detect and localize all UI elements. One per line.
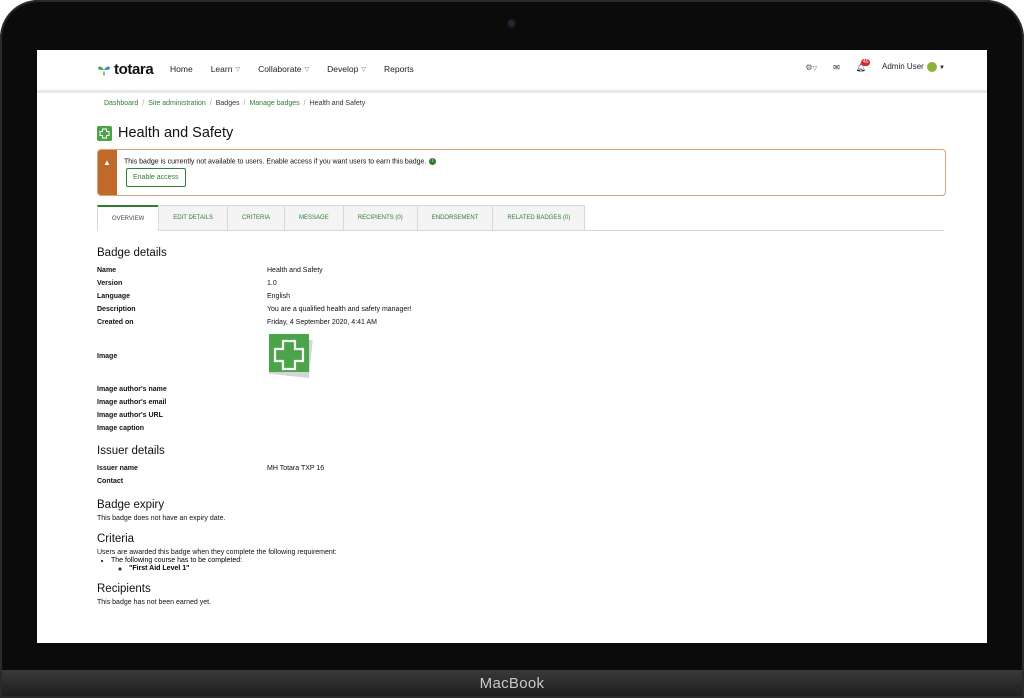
breadcrumb: Dashboard / Site administration / Badges / … (104, 100, 366, 107)
alert-message: This badge is currently not available to… (124, 158, 437, 165)
tab-message[interactable]: MESSAGE (284, 205, 344, 230)
user-menu[interactable]: Admin User ▼ (882, 62, 945, 72)
alert-sidebar: ▲ (98, 150, 117, 195)
chevron-down-icon: ▽ (304, 66, 310, 73)
top-navbar: totara Home Learn ▽ Collaborate ▽ Develop ▽… (37, 50, 987, 93)
detail-row-image: Image (97, 329, 944, 383)
list-item: "First Aid Level 1" (129, 565, 944, 572)
brand-name: totara (114, 61, 154, 78)
device-label: MacBook (479, 675, 545, 692)
tab-endorsement[interactable]: ENDORSEMENT (416, 205, 494, 230)
page-header: Health and Safety (97, 125, 233, 141)
nav-item-collaborate[interactable]: Collaborate ▽ (258, 64, 309, 74)
nav-item-home[interactable]: Home (170, 64, 193, 74)
badge-details-list: Name Health and Safety Version 1.0 Languag… (97, 264, 944, 435)
section-heading-badge-expiry: Badge expiry (97, 499, 165, 511)
issuer-row-name: Issuer name MH Totara TXP 16 (97, 465, 325, 472)
section-heading-issuer-details: Issuer details (97, 445, 165, 457)
nav-item-learn[interactable]: Learn ▽ (211, 64, 240, 74)
main-nav: Home Learn ▽ Collaborate ▽ Develop ▽ Report… (170, 64, 414, 74)
enable-access-button[interactable]: Enable access (126, 168, 186, 187)
detail-row-image-author-email: Image author's email (97, 399, 167, 406)
avatar (926, 62, 937, 72)
breadcrumb-site-administration[interactable]: Site administration (148, 100, 206, 107)
chevron-down-icon: ▽ (361, 66, 366, 73)
tab-edit-details[interactable]: EDIT DETAILS (158, 205, 229, 230)
totara-logo[interactable]: totara (97, 61, 154, 78)
tab-criteria[interactable]: CRITERIA (227, 205, 286, 230)
issuer-row-contact: Contact (97, 478, 124, 485)
badge-overview: Badge details Name Health and Safety Vers… (97, 247, 944, 606)
info-icon[interactable]: i (429, 158, 437, 165)
section-heading-criteria: Criteria (97, 533, 135, 545)
tab-overview[interactable]: OVERVIEW (97, 205, 160, 231)
tab-recipients[interactable]: RECIPIENTS (0) (342, 205, 418, 230)
detail-row-description: Description You are a qualified health an… (97, 306, 412, 313)
user-nav: ⚙▽ ✉ 🔔︎ 45 Admin User ▼ (805, 58, 945, 72)
list-item: The following course has to be completed… (111, 557, 944, 572)
detail-row-image-author-url: Image author's URL (97, 412, 163, 419)
badge-icon (97, 125, 112, 141)
breadcrumb-dashboard[interactable]: Dashboard (104, 100, 138, 107)
notification-count-badge: 45 (860, 58, 871, 66)
criteria-list: The following course has to be completed… (97, 557, 944, 572)
criteria-intro: Users are awarded this badge when they c… (97, 549, 337, 556)
warning-icon: ▲ (103, 158, 111, 167)
expiry-text: This badge does not have an expiry date. (97, 515, 226, 522)
settings-gear-icon[interactable]: ⚙▽ (805, 63, 817, 72)
section-heading-badge-details: Badge details (97, 247, 167, 259)
detail-row-created-on: Created on Friday, 4 September 2020, 4:41… (97, 319, 377, 326)
chevron-down-icon: ▽ (235, 66, 241, 73)
breadcrumb-badges: Badges (215, 100, 240, 107)
badge-image (269, 334, 313, 378)
browser-screen: totara Home Learn ▽ Collaborate ▽ Develop ▽… (37, 50, 987, 643)
notifications-bell-icon[interactable]: 🔔︎ 45 (856, 58, 871, 72)
section-heading-recipients: Recipients (97, 583, 151, 595)
breadcrumb-manage-badges[interactable]: Manage badges (249, 100, 299, 107)
camera-icon (508, 20, 515, 27)
recipients-text: This badge has not been earned yet. (97, 599, 212, 606)
breadcrumb-current: Health and Safety (309, 100, 366, 107)
detail-row-name: Name Health and Safety (97, 267, 323, 274)
detail-row-image-author-name: Image author's name (97, 386, 167, 393)
badge-tabs: OVERVIEW EDIT DETAILS CRITERIA MESSAGE R… (97, 205, 944, 231)
page-title: Health and Safety (118, 125, 234, 141)
issuer-details-list: Issuer name MH Totara TXP 16 Contact (97, 462, 944, 488)
bezel-bottom (0, 643, 1024, 670)
messages-icon[interactable]: ✉ (833, 63, 840, 72)
nav-item-reports[interactable]: Reports (384, 64, 414, 74)
detail-row-language: Language English (97, 293, 290, 300)
availability-alert: ▲ This badge is currently not available … (97, 149, 946, 196)
nav-item-develop[interactable]: Develop ▽ (327, 64, 366, 74)
laptop-frame: totara Home Learn ▽ Collaborate ▽ Develop ▽… (0, 0, 1024, 698)
detail-row-version: Version 1.0 (97, 280, 277, 287)
tab-related-badges[interactable]: RELATED BADGES (0) (492, 205, 586, 230)
detail-row-image-caption: Image caption (97, 425, 145, 432)
leaf-icon (98, 66, 110, 76)
